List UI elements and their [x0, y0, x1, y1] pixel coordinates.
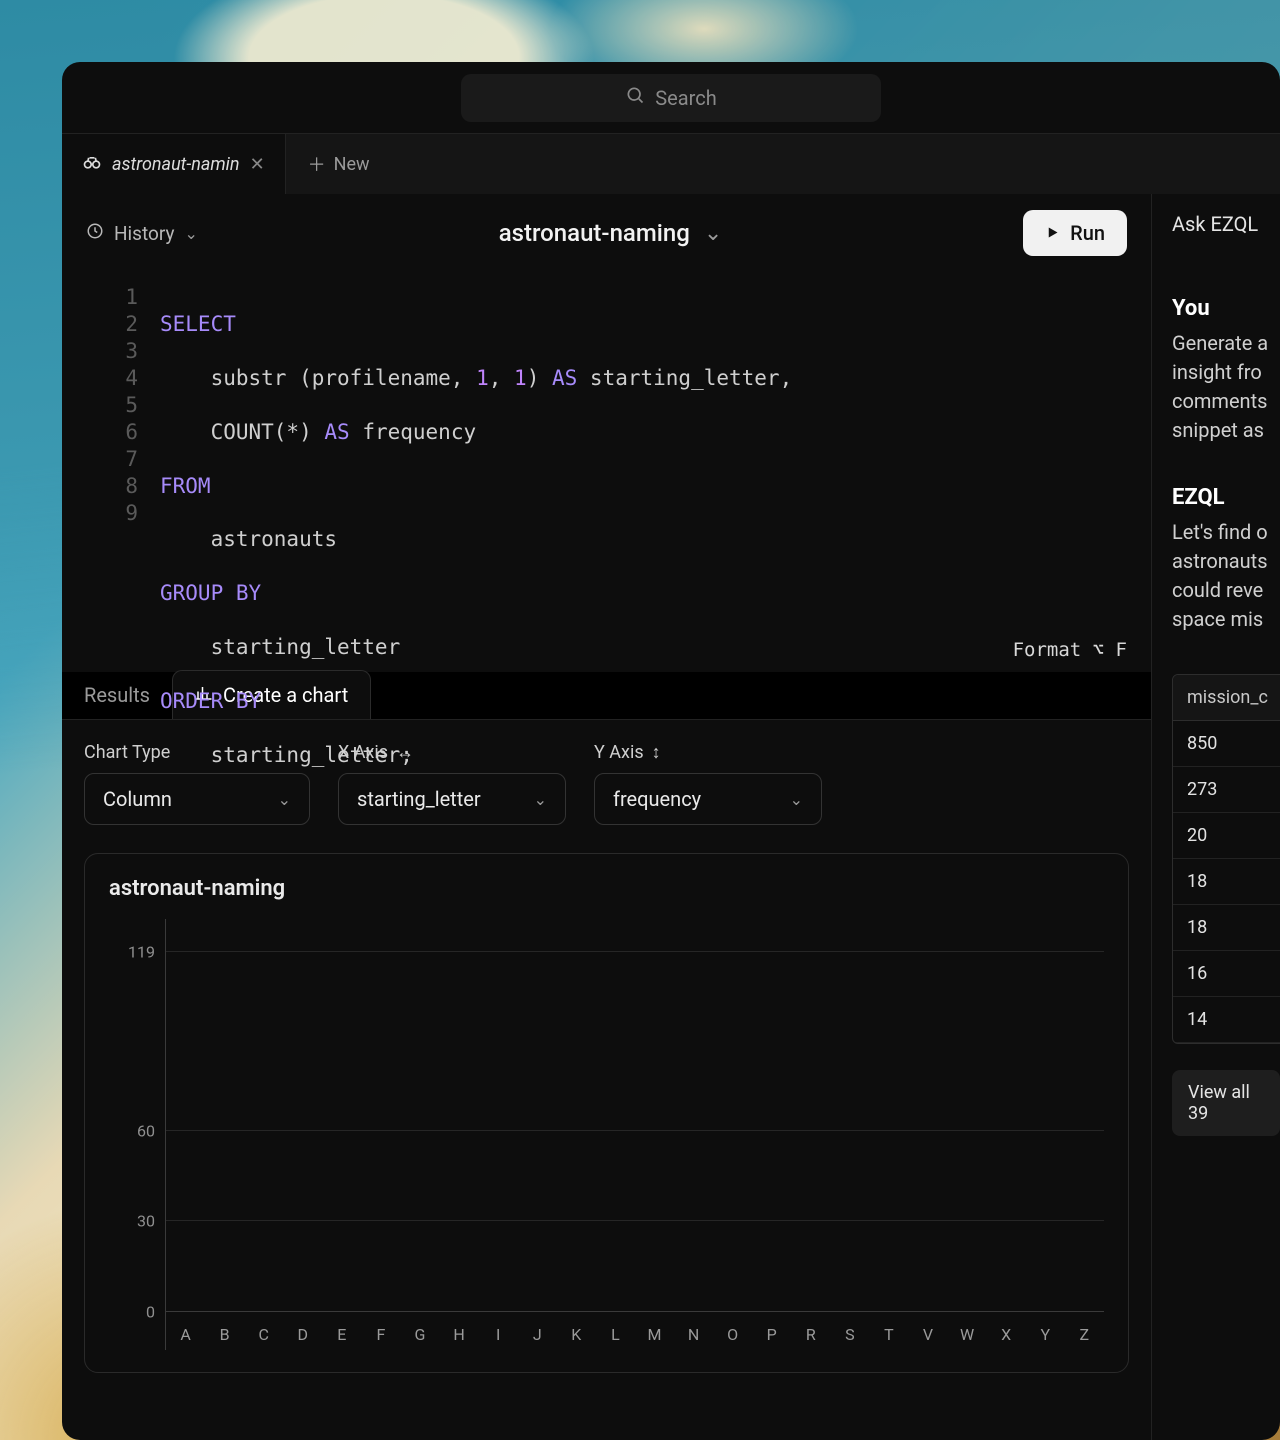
table-row[interactable]: 14 — [1173, 997, 1280, 1043]
x-tick-label: A — [166, 1325, 205, 1344]
x-tick-label: J — [518, 1325, 557, 1344]
x-tick-label: C — [244, 1325, 283, 1344]
plus-icon: ＋ — [308, 151, 326, 177]
plot-area: ABCDEFGHIJKLMNOPRSTVWXYZ — [165, 919, 1104, 1350]
x-tick-label: I — [479, 1325, 518, 1344]
y-axis: 0 30 60 119 — [109, 919, 165, 1350]
x-tick-label: D — [283, 1325, 322, 1344]
table-row[interactable]: 273 — [1173, 767, 1280, 813]
x-tick-label: F — [361, 1325, 400, 1344]
query-title[interactable]: astronaut-naming — [499, 219, 690, 247]
x-tick-label: Y — [1026, 1325, 1065, 1344]
new-tab-button[interactable]: ＋ New — [286, 134, 1280, 194]
tab-astronaut-naming[interactable]: astronaut-namin ✕ — [62, 134, 286, 194]
app-window: Search astronaut-namin ✕ ＋ New Histor — [62, 62, 1280, 1440]
history-button[interactable]: History ⌄ — [86, 222, 198, 245]
titlebar: Search — [62, 62, 1280, 134]
table-row[interactable]: 18 — [1173, 905, 1280, 951]
clock-icon — [86, 222, 104, 245]
x-tick-label: X — [987, 1325, 1026, 1344]
line-gutter: 123456789 — [62, 284, 160, 823]
search-placeholder: Search — [655, 86, 716, 110]
gridline — [166, 1220, 1104, 1221]
y-tick: 0 — [146, 1303, 155, 1322]
y-tick: 119 — [128, 943, 155, 962]
gridline — [166, 1130, 1104, 1131]
view-all-button[interactable]: View all 39 — [1172, 1070, 1280, 1136]
x-tick-label: N — [674, 1325, 713, 1344]
x-tick-label: W — [948, 1325, 987, 1344]
tabbar: astronaut-namin ✕ ＋ New — [62, 134, 1280, 194]
x-tick-label: L — [596, 1325, 635, 1344]
table-row[interactable]: 850 — [1173, 721, 1280, 767]
x-tick-label: Z — [1065, 1325, 1104, 1344]
chart-plot: 0 30 60 119 ABCDEFGHIJKLMNOPRSTVWXYZ — [109, 919, 1104, 1350]
table-header: mission_c — [1173, 675, 1280, 721]
run-button[interactable]: Run — [1023, 210, 1127, 256]
code-content[interactable]: SELECT substr (profilename, 1, 1) AS sta… — [160, 284, 792, 823]
x-tick-label: K — [557, 1325, 596, 1344]
x-tick-label: O — [713, 1325, 752, 1344]
history-label: History — [114, 222, 174, 245]
x-tick-label: S — [830, 1325, 869, 1344]
gridline — [166, 951, 1104, 952]
ezql-message: Let's find o astronauts could reve space… — [1172, 518, 1280, 634]
ezql-panel: Ask EZQL You Generate a insight fro comm… — [1152, 194, 1280, 1440]
tab-label: astronaut-namin — [112, 154, 240, 175]
x-tick-label: B — [205, 1325, 244, 1344]
chevron-down-icon: ⌄ — [184, 224, 197, 243]
you-message: Generate a insight fro comments snippet … — [1172, 329, 1280, 445]
global-search[interactable]: Search — [461, 74, 881, 122]
x-tick-label: P — [752, 1325, 791, 1344]
close-icon[interactable]: ✕ — [250, 154, 265, 175]
x-tick-label: V — [908, 1325, 947, 1344]
table-row[interactable]: 18 — [1173, 859, 1280, 905]
x-tick-label: H — [440, 1325, 479, 1344]
y-tick: 60 — [137, 1121, 155, 1140]
x-tick-label: G — [400, 1325, 439, 1344]
ezql-label: EZQL — [1172, 485, 1280, 510]
table-row[interactable]: 16 — [1173, 951, 1280, 997]
table-row[interactable]: 20 — [1173, 813, 1280, 859]
search-icon — [625, 85, 645, 110]
x-tick-label: R — [791, 1325, 830, 1344]
play-icon — [1045, 221, 1060, 245]
query-header: History ⌄ astronaut-naming ⌄ Run — [62, 194, 1151, 272]
binoculars-icon — [82, 152, 102, 177]
y-tick: 30 — [137, 1212, 155, 1231]
sql-editor[interactable]: 123456789 SELECT substr (profilename, 1,… — [62, 272, 1151, 672]
ask-ezql-heading: Ask EZQL — [1172, 212, 1280, 236]
chart-title: astronaut-naming — [109, 876, 1104, 901]
new-tab-label: New — [334, 154, 370, 175]
x-tick-label: T — [869, 1325, 908, 1344]
you-label: You — [1172, 296, 1280, 321]
chevron-down-icon[interactable]: ⌄ — [704, 221, 722, 246]
ezql-result-table: mission_c 8502732018181614 — [1172, 674, 1280, 1044]
chart-card: astronaut-naming 0 30 60 119 ABCDEFGHIJKLMN… — [84, 853, 1129, 1373]
x-tick-label: E — [322, 1325, 361, 1344]
format-hint[interactable]: Format ⌥ F — [1013, 638, 1127, 662]
x-tick-label: M — [635, 1325, 674, 1344]
run-label: Run — [1070, 221, 1105, 245]
